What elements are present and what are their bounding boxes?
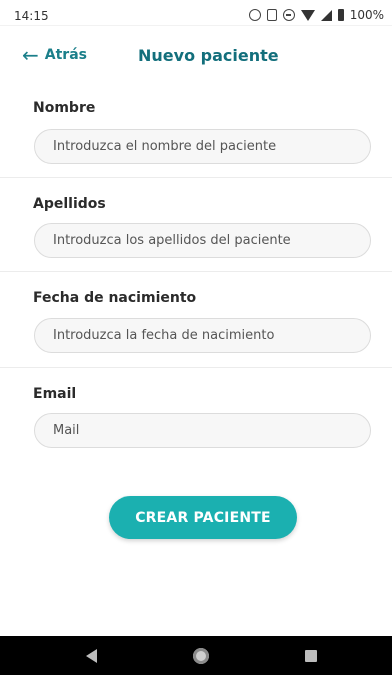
nav-recents-icon[interactable] — [305, 650, 317, 662]
birthdate-label: Fecha de nacimiento — [33, 290, 197, 306]
create-patient-button[interactable]: CREAR PACIENTE — [109, 496, 297, 539]
surname-input[interactable] — [34, 223, 371, 258]
surname-section: Apellidos — [0, 178, 392, 272]
surname-label: Apellidos — [33, 196, 106, 212]
email-input[interactable] — [34, 413, 371, 448]
nav-back-icon[interactable] — [86, 649, 97, 663]
nav-home-icon[interactable] — [193, 648, 209, 664]
name-section: Nombre — [0, 86, 392, 178]
name-label: Nombre — [33, 100, 96, 116]
arrow-left-icon: ← — [22, 43, 39, 67]
back-button[interactable]: ← Atrás — [22, 43, 87, 67]
alarm-icon — [248, 9, 261, 21]
header: ← Atrás Nuevo paciente — [0, 26, 392, 86]
page-title: Nuevo paciente — [138, 46, 279, 65]
birthdate-section: Fecha de nacimiento — [0, 272, 392, 368]
wifi-icon — [300, 9, 315, 21]
vibrate-icon — [266, 9, 277, 21]
do-not-disturb-icon — [282, 9, 295, 21]
email-section: Email — [0, 368, 392, 458]
app-screen: 14:15 100% ← Atrás Nuevo paciente Nombre… — [0, 0, 392, 675]
signal-icon — [320, 9, 332, 21]
birthdate-input[interactable] — [34, 318, 371, 353]
status-icons: 100% — [248, 8, 384, 22]
android-nav-bar — [0, 636, 392, 675]
name-input[interactable] — [34, 129, 371, 164]
status-bar: 14:15 100% — [0, 0, 392, 26]
status-time: 14:15 — [14, 9, 49, 23]
back-label: Atrás — [44, 47, 87, 63]
battery-percent: 100% — [349, 8, 384, 22]
battery-icon — [337, 9, 344, 21]
email-label: Email — [33, 386, 77, 402]
